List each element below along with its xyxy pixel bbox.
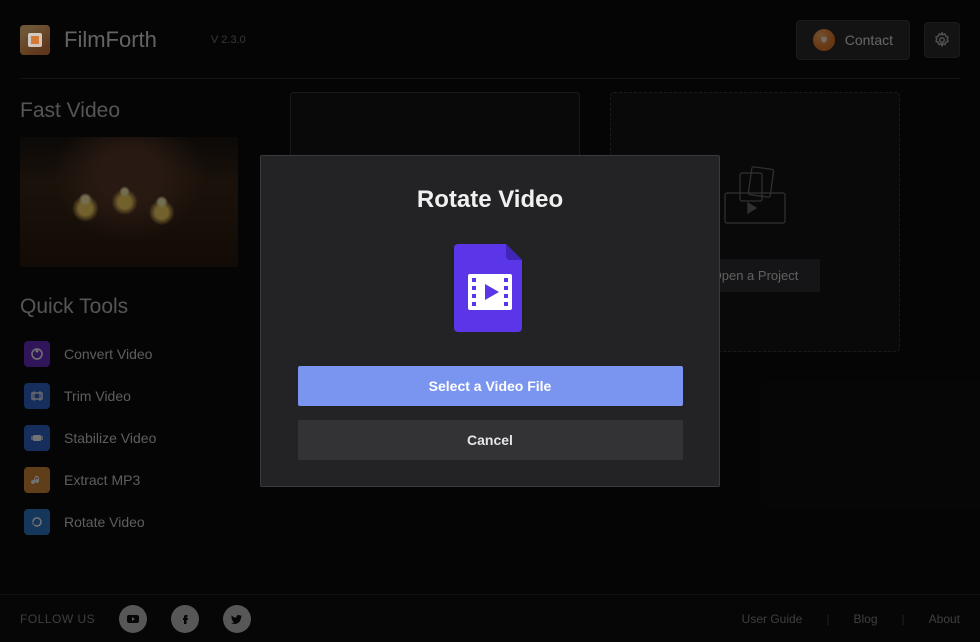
cancel-label: Cancel xyxy=(467,432,513,448)
modal-overlay[interactable]: Rotate Video Select a Video File Cancel xyxy=(0,0,980,642)
select-video-file-button[interactable]: Select a Video File xyxy=(298,366,683,406)
select-video-label: Select a Video File xyxy=(429,378,552,394)
cancel-button[interactable]: Cancel xyxy=(298,420,683,460)
modal-title: Rotate Video xyxy=(417,186,563,214)
video-file-icon xyxy=(454,244,526,332)
rotate-video-dialog: Rotate Video Select a Video File Cancel xyxy=(260,155,720,487)
